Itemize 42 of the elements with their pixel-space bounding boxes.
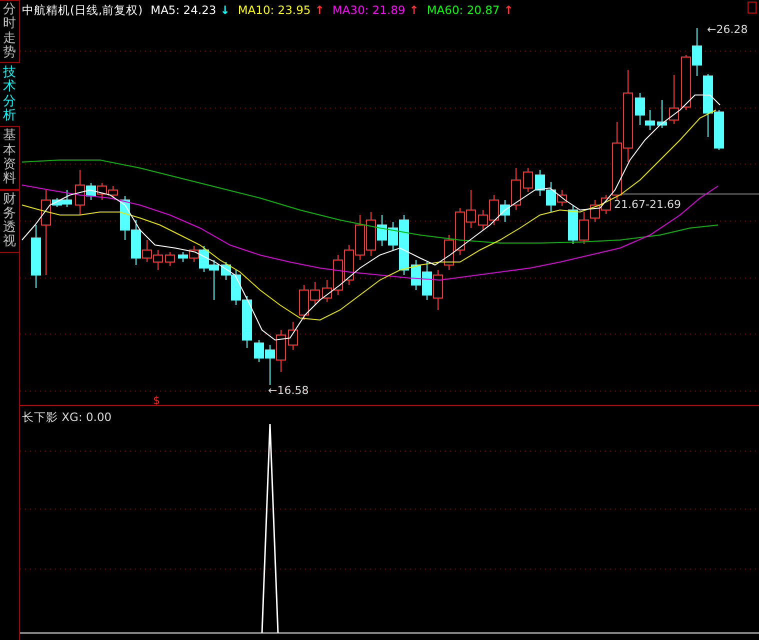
candlestick <box>466 190 476 228</box>
candlestick <box>108 186 118 198</box>
candlestick <box>377 214 387 246</box>
candlestick <box>153 250 163 270</box>
candlestick <box>355 214 365 260</box>
candlestick <box>165 252 175 266</box>
candlestick <box>523 168 533 192</box>
price-label: ←16.58 <box>268 384 309 397</box>
trend-arrow: ↑ <box>504 2 514 19</box>
candlestick <box>681 54 691 110</box>
candlestick <box>422 262 432 300</box>
side-tab[interactable]: 财务透视 <box>0 190 20 253</box>
window-box-icon[interactable] <box>748 2 756 14</box>
indicator-title: 长下影 XG: 0.00 <box>22 409 112 426</box>
candlestick <box>657 100 667 128</box>
moving-average-reading: MA30: 21.89 <box>332 2 406 19</box>
candlestick <box>97 182 107 200</box>
candlestick <box>120 196 130 240</box>
side-tab[interactable]: 基本资料 <box>0 126 20 190</box>
candlestick <box>455 208 465 256</box>
candlestick <box>411 260 421 290</box>
candlestick <box>535 170 545 196</box>
candlestick <box>444 234 454 270</box>
candlestick <box>692 28 702 76</box>
candlestick <box>276 330 286 372</box>
candlestick <box>433 270 443 310</box>
moving-average-reading: MA60: 20.87 <box>426 2 500 19</box>
side-tab[interactable]: 分时走势 <box>0 0 20 64</box>
candlestick <box>669 74 679 124</box>
candlestick <box>344 244 354 286</box>
candlestick <box>288 322 298 350</box>
candlestick <box>366 212 376 256</box>
price-label: ←26.28 <box>707 23 748 36</box>
moving-average-reading: MA5: 24.23 <box>150 2 216 19</box>
chart-title: 中航精机(日线,前复权) <box>22 2 143 19</box>
trend-arrow: ↑ <box>409 2 419 19</box>
trend-arrow: ↓ <box>220 2 230 19</box>
side-tab[interactable]: 技术分析 <box>0 63 20 126</box>
trend-arrow: ↑ <box>314 2 324 19</box>
price-label: 21.67-21.69 <box>614 198 681 211</box>
moving-average-reading: MA10: 23.95 <box>238 2 311 19</box>
candlestick <box>31 224 41 288</box>
